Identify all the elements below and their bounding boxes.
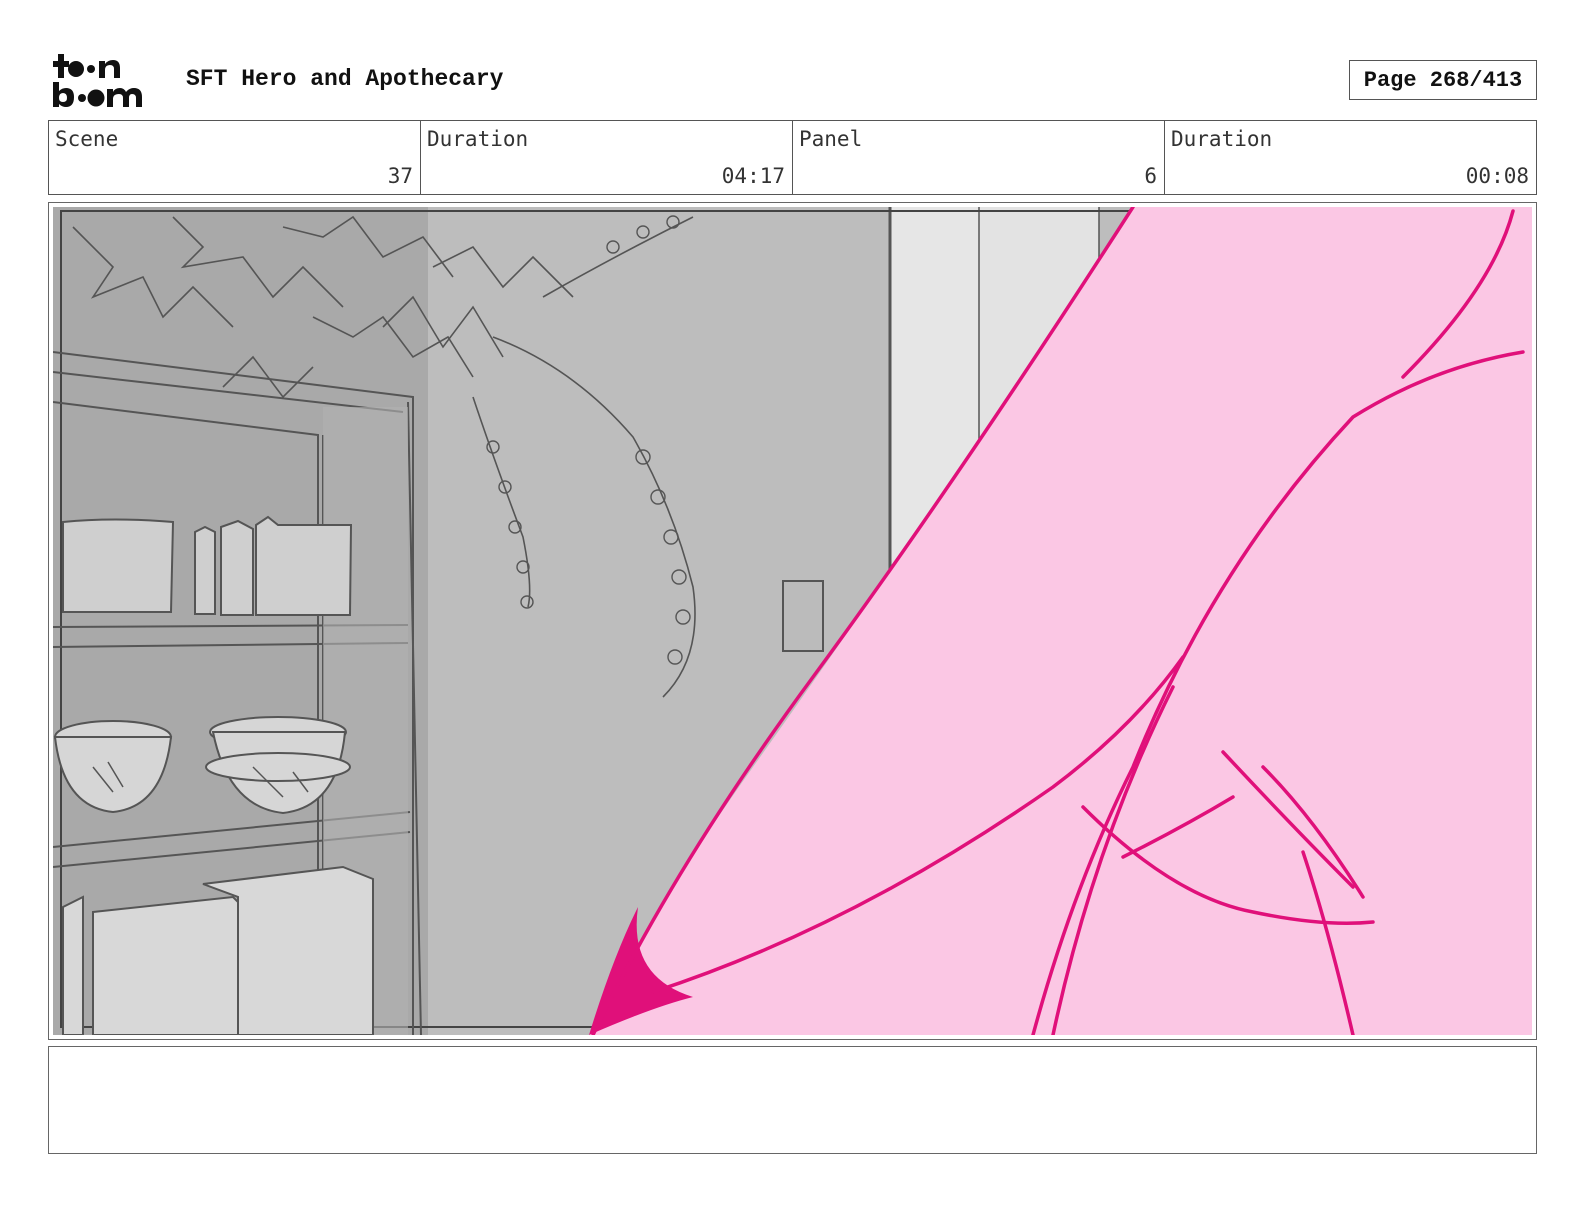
panel-value: 6 bbox=[1144, 164, 1157, 188]
scene-info-bar: Scene 37 Duration 04:17 Panel 6 Duration… bbox=[48, 120, 1537, 195]
scene-duration-cell: Duration 04:17 bbox=[421, 121, 793, 194]
document-title: SFT Hero and Apothecary bbox=[186, 66, 504, 92]
panel-duration-cell: Duration 00:08 bbox=[1165, 121, 1536, 194]
toon-boom-logo bbox=[52, 52, 164, 112]
scene-duration-label: Duration bbox=[427, 127, 529, 151]
scene-duration-value: 04:17 bbox=[721, 164, 785, 188]
panel-duration-label: Duration bbox=[1171, 127, 1273, 151]
scene-cell: Scene 37 bbox=[49, 121, 421, 194]
panel-label: Panel bbox=[799, 127, 863, 151]
panel-notes-box bbox=[48, 1046, 1537, 1154]
page-number: Page 268/413 bbox=[1349, 60, 1537, 100]
storyboard-panel bbox=[48, 202, 1537, 1040]
scene-label: Scene bbox=[55, 127, 119, 151]
scene-value: 37 bbox=[387, 164, 413, 188]
panel-duration-value: 00:08 bbox=[1465, 164, 1529, 188]
panel-drawing bbox=[53, 207, 1532, 1035]
panel-cell: Panel 6 bbox=[793, 121, 1165, 194]
